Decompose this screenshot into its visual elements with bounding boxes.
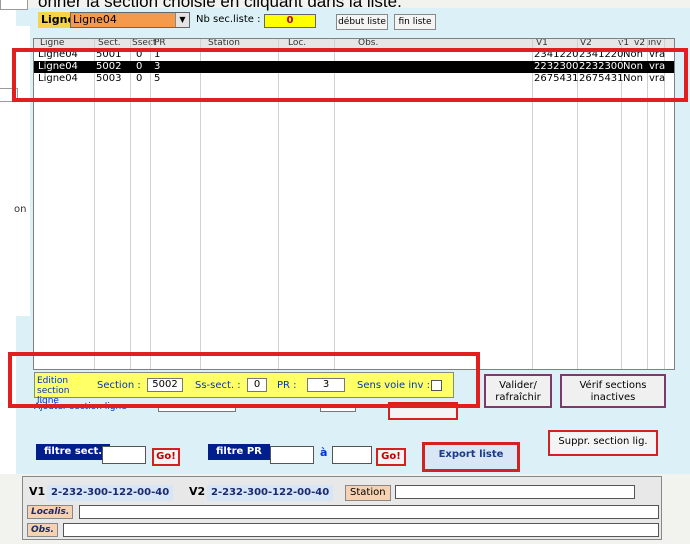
highlight-frame-list [12,48,688,102]
filtre-pr-from-input[interactable] [270,446,314,464]
station-label: Station [345,485,391,501]
localis-field[interactable] [79,505,659,519]
fin-liste-button[interactable]: fin liste [394,14,436,30]
v1-label: V1 [29,485,46,498]
filtre-sect-input[interactable] [102,446,146,464]
filtre-a-label: à [320,446,328,459]
v2-value: 2-232-300-122-00-40 [207,485,334,501]
instruction-caption: onner la section choisie en cliquant dan… [38,0,402,11]
left-tab-top[interactable] [0,0,28,10]
station-field[interactable] [395,485,635,499]
localis-label: Localis. [27,505,74,519]
chevron-down-icon[interactable]: ▼ [175,13,189,27]
obs-label: Obs. [27,523,58,537]
debut-liste-button[interactable]: début liste [336,14,388,30]
column-header: Ligne [40,38,65,48]
verif-sections-inactives-button[interactable]: Vérif sections inactives [560,374,666,408]
column-header: Sect. [98,38,121,48]
nb-sec-value: 0 [264,14,316,28]
v1-value: 2-232-300-122-00-40 [47,485,174,501]
ligne-select-value: Ligne04 [73,13,117,26]
valider-rafraichir-button[interactable]: Valider/ rafraîchir [484,374,552,408]
info-panel: V1 2-232-300-122-00-40 V2 2-232-300-122-… [22,476,662,540]
ligne-select[interactable]: Ligne04 ▼ [70,12,190,28]
filtre-sect-label: filtre sect. [36,444,111,460]
column-header: Station [208,38,240,48]
nb-sec-label: Nb sec.liste : [196,14,261,25]
column-header: Obs. [358,38,379,48]
column-header: v2 [634,38,646,48]
column-header: Ssect [132,38,157,48]
column-header: V1 [536,38,548,48]
go-sect-button[interactable]: Go! [152,448,180,466]
v2-label: V2 [189,485,206,498]
filtre-pr-label: filtre PR [208,444,270,460]
column-header: V2 [580,38,592,48]
obs-field[interactable] [63,523,659,537]
column-header: Loc. [288,38,307,48]
highlight-frame-edit [8,352,480,408]
go-pr-button[interactable]: Go! [376,448,406,466]
suppr-section-button[interactable]: Suppr. section lig. [548,430,658,456]
filtre-pr-to-input[interactable] [332,446,372,464]
column-header: v1 [618,38,630,48]
column-header: inv [648,38,662,48]
column-header: PR [154,38,166,48]
export-liste-button[interactable]: Export liste [422,442,520,472]
left-panel-label: on [14,204,27,215]
